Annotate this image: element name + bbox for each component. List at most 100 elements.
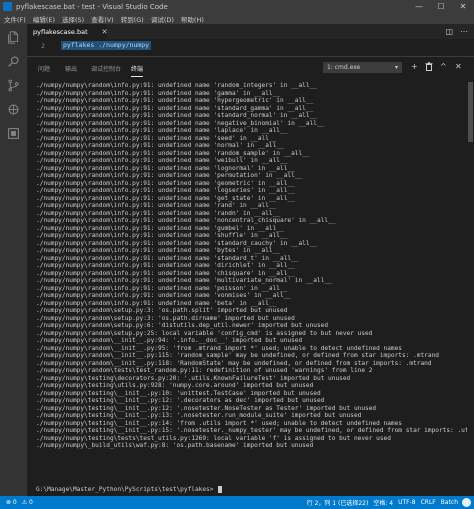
- terminal-line: ./numpy/numpy\random\info.py:91: undefin…: [36, 97, 314, 104]
- terminal-line: ./numpy/numpy\testing\__init__.py:12: '.…: [36, 397, 325, 404]
- terminal-line: ./numpy/numpy\random\info.py:91: undefin…: [36, 284, 288, 292]
- terminal-output[interactable]: ./numpy/numpy\random\info.py:91: undefin…: [36, 82, 472, 494]
- editor-area[interactable]: 2 pyflakes ./numpy/numpy: [27, 39, 474, 53]
- maximize-button[interactable]: ☐: [430, 0, 452, 13]
- tab-close-icon[interactable]: ✕: [102, 28, 108, 36]
- terminal-line: ./numpy/numpy\random\setup.py:3: 'os.pat…: [36, 314, 295, 322]
- menu-edit[interactable]: 编辑(E): [33, 14, 55, 24]
- terminal-line: ./numpy/numpy\random\info.py:91: undefin…: [36, 209, 281, 217]
- encoding[interactable]: UTF-8: [398, 499, 416, 506]
- menu-file[interactable]: 文件(F): [4, 14, 26, 24]
- terminal-line: ./numpy/numpy\random\info.py:91: undefin…: [36, 134, 277, 142]
- status-right: 行 2，列 1 (已选择22) 空格: 4 UTF-8 CRLF Batch: [307, 496, 458, 509]
- close-window-button[interactable]: ✕: [452, 0, 474, 13]
- debug-button[interactable]: [0, 98, 27, 120]
- source-control-button[interactable]: [0, 74, 27, 96]
- terminal-scrollbar-thumb[interactable]: [468, 82, 473, 142]
- tab-pyflakescase[interactable]: pyflakescase.bat ✕: [27, 24, 108, 39]
- menu-bar: 文件(F) 编辑(E) 选择(S) 查看(V) 转到(G) 调试(D) 帮助(H…: [0, 13, 474, 24]
- terminal-line: ./numpy/numpy\testing\utils.py:928: 'num…: [36, 382, 314, 389]
- terminal-line: ./numpy/numpy\random\setup.py:3: 'os.pat…: [36, 307, 288, 314]
- editor-actions: ◫ ⋯: [445, 24, 468, 39]
- terminal-line: ./numpy/numpy\testing\decorators.py:20: …: [36, 374, 351, 382]
- terminal-line: ./numpy/numpy\testing\__init__.py:15: '.…: [36, 427, 472, 434]
- terminal-line: ./numpy/numpy\random\info.py:91: undefin…: [36, 104, 314, 112]
- terminal-line: ./numpy/numpy\random\info.py:91: undefin…: [36, 194, 295, 202]
- terminal-line: ./numpy/numpy\random\setup.py:25: local …: [36, 329, 373, 337]
- menu-selection[interactable]: 选择(S): [62, 14, 84, 24]
- kill-terminal-button[interactable]: [425, 62, 433, 74]
- indentation[interactable]: 空格: 4: [373, 498, 393, 507]
- terminal-line: ./numpy/numpy\_build_utils\waf.py:8: 'os…: [36, 442, 314, 449]
- source-control-icon: [8, 79, 19, 91]
- terminal-line: ./numpy/numpy\testing\__init__.py:13: '.…: [36, 412, 362, 419]
- split-editor-icon[interactable]: ◫: [445, 27, 453, 36]
- search-icon: [8, 55, 19, 67]
- terminal-line: ./numpy/numpy\random\__init__.py:118: 'R…: [36, 359, 432, 367]
- terminal-line: ./numpy/numpy\random\info.py:91: undefin…: [36, 187, 295, 194]
- trash-icon: [425, 62, 433, 71]
- line-ending[interactable]: CRLF: [421, 499, 436, 506]
- terminal-line: ./numpy/numpy\random\info.py:91: undefin…: [36, 119, 325, 127]
- menu-view[interactable]: 查看(V): [91, 14, 114, 24]
- terminal-select[interactable]: 1: cmd.exe ▾: [323, 62, 402, 73]
- terminal-line: ./numpy/numpy\random\info.py:91: undefin…: [36, 82, 317, 89]
- terminal-line: ./numpy/numpy\random\info.py:91: undefin…: [36, 164, 295, 172]
- terminal-line: ./numpy/numpy\random\info.py:91: undefin…: [36, 202, 277, 209]
- new-terminal-button[interactable]: +: [411, 62, 418, 72]
- terminal-line: ./numpy/numpy\random\__init__.py:95: 'fr…: [36, 344, 403, 352]
- terminal-line: ./numpy/numpy\random\__init__.py:115: 'r…: [36, 352, 439, 359]
- tab-problems[interactable]: 问题: [38, 64, 50, 73]
- close-panel-button[interactable]: ✕: [455, 62, 462, 72]
- terminal-line: ./numpy/numpy\random\__init__.py:94: '.i…: [36, 337, 303, 344]
- terminal-line: ./numpy/numpy\random\info.py:91: undefin…: [36, 157, 288, 164]
- maximize-panel-button[interactable]: ^: [440, 62, 447, 72]
- title-bar: pyflakescase.bat - test - Visual Studio …: [0, 0, 474, 13]
- terminal-line: ./numpy/numpy\random\info.py:91: undefin…: [36, 127, 288, 134]
- menu-help[interactable]: 帮助(H): [181, 14, 204, 24]
- language-mode[interactable]: Batch: [441, 499, 458, 506]
- terminal-line: ./numpy/numpy\random\info.py:91: undefin…: [36, 89, 281, 97]
- terminal-line: ./numpy/numpy\random\info.py:91: undefin…: [36, 217, 336, 224]
- terminal-line: ./numpy/numpy\testing\tests\test_utils.p…: [36, 434, 391, 442]
- terminal-line: ./numpy/numpy\random\info.py:91: undefin…: [36, 232, 288, 239]
- tab-label: pyflakescase.bat: [33, 27, 88, 36]
- errors-count[interactable]: ⊗ 0: [6, 499, 17, 506]
- cursor-position[interactable]: 行 2，列 1 (已选择22): [307, 498, 369, 507]
- activity-bar: [0, 24, 27, 496]
- terminal-line: ./numpy/numpy\random\info.py:91: undefin…: [36, 142, 284, 149]
- smiley-icon[interactable]: [462, 498, 471, 507]
- terminal-line: ./numpy/numpy\random\setup.py:6: 'distut…: [36, 322, 329, 329]
- tab-debug-console[interactable]: 调试控制台: [91, 64, 121, 73]
- terminal-line: ./numpy/numpy\testing\__init__.py:12: '.…: [36, 404, 377, 412]
- status-left: ⊗ 0 ⚠ 0: [6, 496, 33, 509]
- terminal-line: ./numpy/numpy\random\info.py:91: undefin…: [36, 269, 295, 277]
- menu-debug[interactable]: 调试(D): [151, 14, 174, 24]
- warnings-count[interactable]: ⚠ 0: [22, 499, 33, 506]
- search-button[interactable]: [0, 50, 27, 72]
- terminal-line: ./numpy/numpy\random\info.py:91: undefin…: [36, 172, 303, 179]
- terminal-line: ./numpy/numpy\testing\__init__.py:10: 'u…: [36, 389, 321, 397]
- files-icon: [8, 30, 19, 44]
- terminal-line: ./numpy/numpy\random\info.py:91: undefin…: [36, 247, 281, 254]
- more-actions-icon[interactable]: ⋯: [460, 27, 468, 36]
- terminal-line: ./numpy/numpy\random\info.py:91: undefin…: [36, 254, 299, 262]
- menu-goto[interactable]: 转到(G): [121, 14, 144, 24]
- tab-terminal[interactable]: 终端: [131, 64, 144, 77]
- terminal-prompt: G:\Manage\Master_Python\PyScripts\test\p…: [36, 486, 214, 493]
- code-line-selected[interactable]: pyflakes ./numpy/numpy: [61, 41, 152, 50]
- minimize-button[interactable]: —: [408, 0, 430, 13]
- terminal-cursor: [218, 486, 222, 493]
- tab-output[interactable]: 输出: [65, 64, 77, 73]
- terminal-line: ./numpy/numpy\random\info.py:91: undefin…: [36, 224, 284, 232]
- vscode-logo-icon: [3, 2, 12, 11]
- extensions-icon: [8, 127, 19, 139]
- terminal-line: ./numpy/numpy\random\tests\test_random.p…: [36, 367, 373, 374]
- debug-icon: [8, 104, 19, 114]
- terminal-line: ./numpy/numpy\random\info.py:91: undefin…: [36, 277, 332, 284]
- extensions-button[interactable]: [0, 122, 27, 144]
- terminal-line: ./numpy/numpy\random\info.py:91: undefin…: [36, 239, 317, 247]
- explorer-button[interactable]: [0, 26, 27, 48]
- editor-tab-bar: pyflakescase.bat ✕ ◫ ⋯: [27, 24, 474, 39]
- panel-header: 问题 输出 调试控制台 终端 1: cmd.exe ▾ + ^ ✕: [27, 57, 474, 79]
